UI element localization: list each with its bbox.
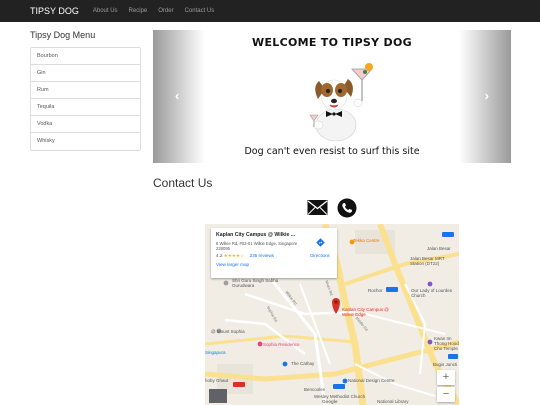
slide-title: WELCOME TO TIPSY DOG	[252, 36, 412, 49]
google-map[interactable]: Tekka Centre Jalan Besar Jalan Besar MRT…	[205, 224, 459, 405]
map-label-hoby-ghaut[interactable]: hoby Ghaut	[205, 378, 228, 383]
phone-icon[interactable]	[337, 198, 357, 218]
contact-title: Contact Us	[153, 176, 213, 190]
nav-contact-us[interactable]: Contact Us	[185, 8, 215, 14]
map-label-mount-sophia[interactable]: @ Mount Sophia	[211, 329, 245, 334]
map-label-rochor[interactable]: Rochor	[368, 288, 383, 293]
menu-item-rum[interactable]: Rum	[31, 82, 140, 99]
menu-item-bourbon[interactable]: Bourbon	[31, 48, 140, 65]
map-label-bugis[interactable]: Bugis Juncti	[433, 362, 457, 367]
map-pin-label[interactable]: Kaplan City Campus @ Wilkie Edge	[342, 307, 392, 317]
nav-recipe[interactable]: Recipe	[129, 8, 148, 14]
slide-caption: Dog can't even resist to surf this site	[244, 146, 420, 157]
menu-item-tequila[interactable]: Tequila	[31, 99, 140, 116]
zoom-in-button[interactable]: +	[437, 370, 455, 385]
rating-value: 4.2	[216, 253, 223, 258]
map-label-national-design[interactable]: National Design Centre	[348, 378, 395, 383]
nav-order[interactable]: Order	[158, 8, 173, 14]
map-label-jalan-besar-mrt[interactable]: Jalan Besar MRT Station (DT22)	[410, 256, 455, 266]
map-google-logo: Google	[322, 399, 338, 404]
menu-item-vodka[interactable]: Vodka	[31, 116, 140, 133]
directions-label: Directions	[310, 253, 330, 258]
carousel-next-icon[interactable]: ›	[485, 88, 489, 103]
directions-button[interactable]: Directions	[306, 234, 334, 258]
map-label-tekka[interactable]: Tekka Centre	[353, 238, 380, 243]
directions-icon	[315, 238, 325, 247]
menu-list: Bourbon Gin Rum Tequila Vodka Whisky	[30, 47, 141, 151]
top-navbar: TIPSY DOG About Us Recipe Order Contact …	[0, 0, 540, 22]
view-larger-map-link[interactable]: View larger map	[216, 262, 332, 267]
nav-about-us[interactable]: About Us	[93, 8, 118, 14]
sidebar: Tipsy Dog Menu Bourbon Gin Rum Tequila V…	[30, 30, 141, 151]
mail-icon[interactable]	[307, 199, 328, 216]
map-label-kwan-im[interactable]: Kwan Im Thong Hood Cho Temple	[434, 336, 459, 351]
map-label-shri-guru[interactable]: Shri Guru Singh Sabha Gurudwara	[232, 278, 280, 288]
tipsy-dog-image	[309, 63, 373, 142]
menu-item-gin[interactable]: Gin	[31, 65, 140, 82]
carousel-prev-icon[interactable]: ‹	[175, 88, 179, 103]
map-label-the-cathay[interactable]: The Cathay	[291, 361, 314, 366]
map-label-bencoolen[interactable]: Bencoolen	[304, 387, 325, 392]
map-label-sophia-residence[interactable]: Sophia Residence	[263, 342, 300, 347]
reviews-link[interactable]: 235 reviews	[250, 253, 275, 258]
map-label-national-library[interactable]: National Library	[377, 399, 409, 404]
place-address: 8 Wilkie Rd, #02-01 Wilkie Edge, Singapo…	[216, 241, 298, 251]
map-info-card: Kaplan City Campus @ Wilkie ... 8 Wilkie…	[211, 228, 337, 278]
map-label-singapura[interactable]: Singapura	[205, 350, 226, 355]
zoom-out-button[interactable]: −	[437, 387, 455, 402]
hero-carousel: ‹ › WELCOME TO TIPSY DOG Dog can't even …	[153, 30, 511, 163]
map-label-our-lady[interactable]: Our Lady of Lourdes Church	[411, 288, 457, 298]
menu-item-whisky[interactable]: Whisky	[31, 133, 140, 150]
map-label-jalan-besar[interactable]: Jalan Besar	[427, 246, 451, 251]
sidebar-title: Tipsy Dog Menu	[30, 30, 96, 40]
brand-logo[interactable]: TIPSY DOG	[30, 6, 79, 16]
rating-stars-icon: ★★★★☆	[223, 253, 245, 258]
